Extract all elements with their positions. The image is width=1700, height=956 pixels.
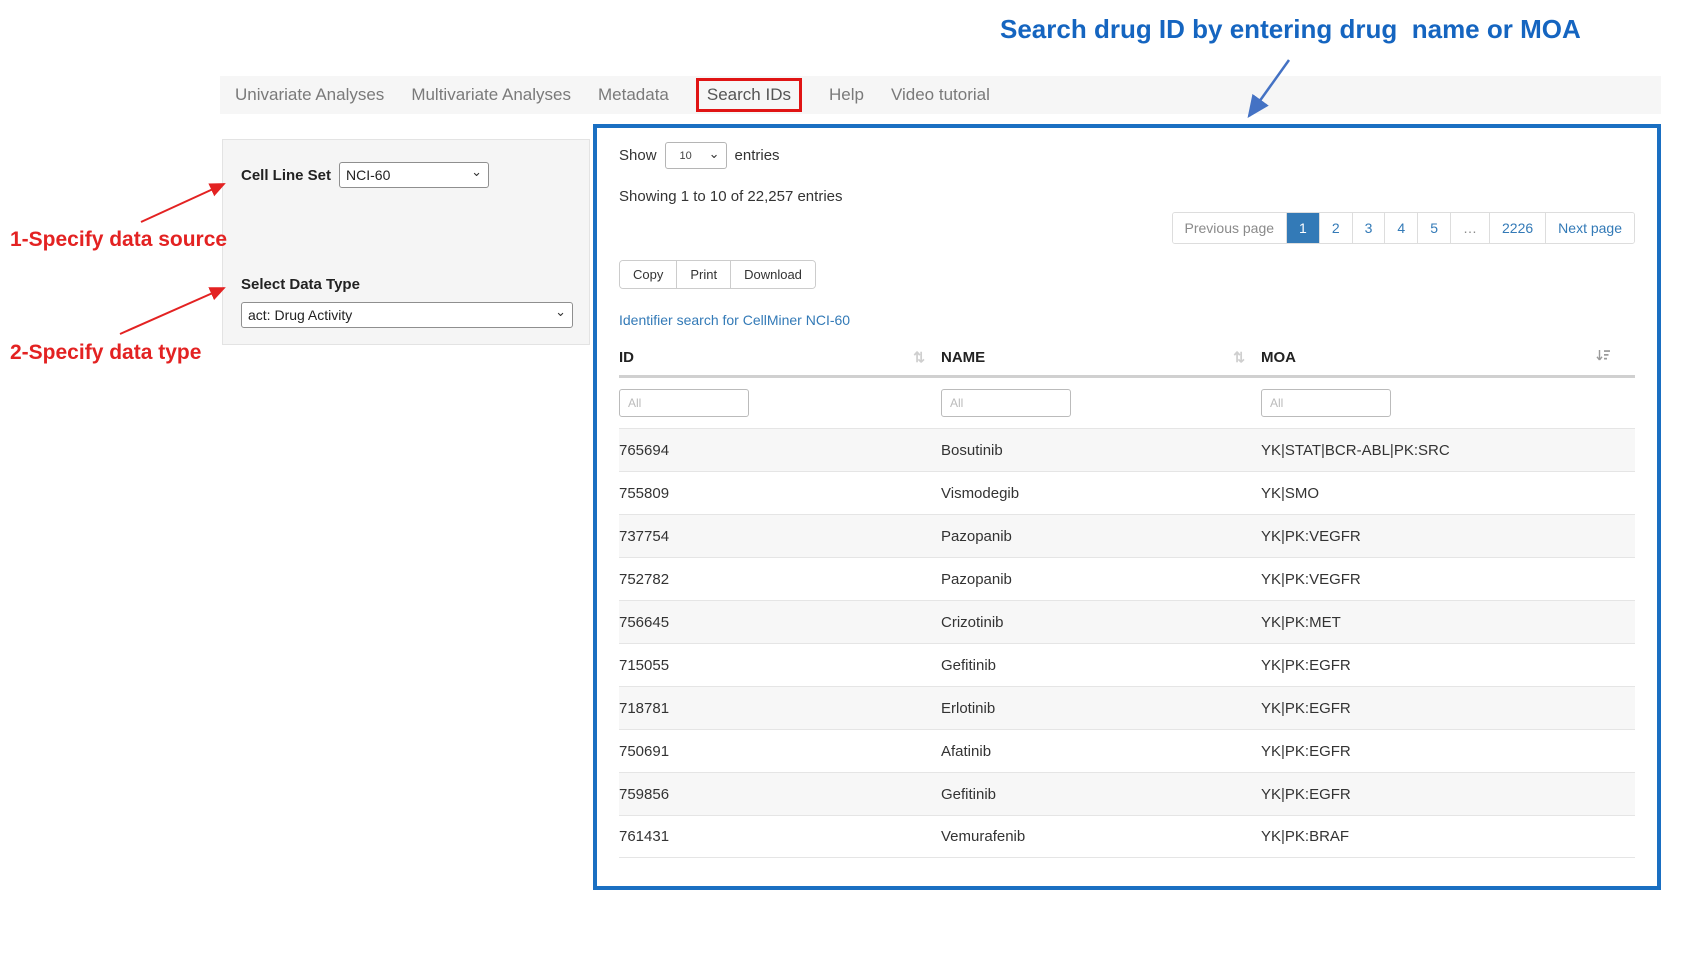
cell-name: Crizotinib bbox=[941, 614, 1261, 631]
column-header-name[interactable]: NAME ⇅ bbox=[941, 349, 1261, 366]
cell-id: 752782 bbox=[619, 571, 941, 588]
table-row: 752782 Pazopanib YK|PK:VEGFR bbox=[619, 557, 1635, 600]
table-row: 761431 Vemurafenib YK|PK:BRAF bbox=[619, 815, 1635, 858]
cell-name: Erlotinib bbox=[941, 700, 1261, 717]
cell-moa: YK|PK:EGFR bbox=[1261, 786, 1635, 803]
showing-entries-text: Showing 1 to 10 of 22,257 entries bbox=[619, 188, 843, 205]
cell-name: Gefitinib bbox=[941, 786, 1261, 803]
table-header-row: ID ⇅ NAME ⇅ MOA bbox=[619, 340, 1635, 378]
results-table: ID ⇅ NAME ⇅ MOA bbox=[619, 340, 1635, 858]
page-button-5[interactable]: 5 bbox=[1417, 213, 1450, 243]
export-button-group: Copy Print Download bbox=[619, 260, 816, 289]
nav-help[interactable]: Help bbox=[829, 85, 864, 105]
page-button-3[interactable]: 3 bbox=[1352, 213, 1385, 243]
cell-name: Vismodegib bbox=[941, 485, 1261, 502]
data-type-select[interactable]: act: Drug Activity bbox=[241, 302, 573, 328]
show-label: Show bbox=[619, 147, 657, 164]
cell-id: 718781 bbox=[619, 700, 941, 717]
cell-moa: YK|PK:EGFR bbox=[1261, 700, 1635, 717]
table-row: 756645 Crizotinib YK|PK:MET bbox=[619, 600, 1635, 643]
filter-input-name[interactable] bbox=[941, 389, 1071, 417]
cell-name: Gefitinib bbox=[941, 657, 1261, 674]
cell-moa: YK|PK:VEGFR bbox=[1261, 571, 1635, 588]
cell-line-set-select-wrap: NCI-60 bbox=[339, 162, 489, 188]
sort-descending-icon[interactable] bbox=[1595, 348, 1611, 368]
column-header-id[interactable]: ID ⇅ bbox=[619, 349, 941, 366]
table-row: 715055 Gefitinib YK|PK:EGFR bbox=[619, 643, 1635, 686]
page-length-select-wrap: 10 bbox=[665, 142, 727, 169]
cell-name: Vemurafenib bbox=[941, 828, 1261, 845]
cell-line-set-label: Cell Line Set bbox=[241, 167, 331, 184]
cell-moa: YK|SMO bbox=[1261, 485, 1635, 502]
nav-metadata[interactable]: Metadata bbox=[598, 85, 669, 105]
nav-univariate-analyses[interactable]: Univariate Analyses bbox=[235, 85, 384, 105]
page-button-2[interactable]: 2 bbox=[1319, 213, 1352, 243]
identifier-search-link[interactable]: Identifier search for CellMiner NCI-60 bbox=[619, 312, 850, 328]
cell-name: Bosutinib bbox=[941, 442, 1261, 459]
cell-name: Afatinib bbox=[941, 743, 1261, 760]
cell-name: Pazopanib bbox=[941, 528, 1261, 545]
cell-id: 756645 bbox=[619, 614, 941, 631]
page-button-4[interactable]: 4 bbox=[1384, 213, 1417, 243]
page-button-2226[interactable]: 2226 bbox=[1489, 213, 1545, 243]
table-row: 718781 Erlotinib YK|PK:EGFR bbox=[619, 686, 1635, 729]
cell-moa: YK|PK:EGFR bbox=[1261, 657, 1635, 674]
table-row: 765694 Bosutinib YK|STAT|BCR-ABL|PK:SRC bbox=[619, 428, 1635, 471]
cell-moa: YK|STAT|BCR-ABL|PK:SRC bbox=[1261, 442, 1635, 459]
search-ids-panel: Show 10 entries Showing 1 to 10 of 22,25… bbox=[593, 124, 1661, 890]
annotation-step1: 1-Specify data source bbox=[10, 228, 227, 252]
cell-moa: YK|PK:MET bbox=[1261, 614, 1635, 631]
annotation-search-note: Search drug ID by entering drug name or … bbox=[1000, 14, 1581, 45]
cell-id: 715055 bbox=[619, 657, 941, 674]
cell-moa: YK|PK:BRAF bbox=[1261, 828, 1635, 845]
nav-multivariate-analyses[interactable]: Multivariate Analyses bbox=[411, 85, 571, 105]
download-button[interactable]: Download bbox=[730, 261, 815, 288]
cell-moa: YK|PK:VEGFR bbox=[1261, 528, 1635, 545]
next-page-button[interactable]: Next page bbox=[1545, 213, 1634, 243]
top-navbar: Univariate Analyses Multivariate Analyse… bbox=[220, 76, 1661, 114]
red-arrow-step2 bbox=[120, 288, 224, 334]
sort-icon[interactable]: ⇅ bbox=[1233, 349, 1245, 366]
nav-video-tutorial[interactable]: Video tutorial bbox=[891, 85, 990, 105]
cell-id: 759856 bbox=[619, 786, 941, 803]
table-row: 737754 Pazopanib YK|PK:VEGFR bbox=[619, 514, 1635, 557]
data-source-panel: Cell Line Set NCI-60 Select Data Type ac… bbox=[222, 139, 590, 345]
column-header-name-label: NAME bbox=[941, 349, 985, 366]
page-length-select[interactable]: 10 bbox=[665, 142, 727, 169]
table-row: 755809 Vismodegib YK|SMO bbox=[619, 471, 1635, 514]
page-button-1[interactable]: 1 bbox=[1286, 213, 1319, 243]
page-ellipsis: … bbox=[1450, 213, 1489, 243]
entries-label: entries bbox=[735, 147, 780, 164]
cell-moa: YK|PK:EGFR bbox=[1261, 743, 1635, 760]
column-header-id-label: ID bbox=[619, 349, 634, 366]
cell-id: 755809 bbox=[619, 485, 941, 502]
cell-id: 737754 bbox=[619, 528, 941, 545]
annotation-step2: 2-Specify data type bbox=[10, 341, 201, 365]
table-row: 750691 Afatinib YK|PK:EGFR bbox=[619, 729, 1635, 772]
cell-id: 765694 bbox=[619, 442, 941, 459]
filter-input-id[interactable] bbox=[619, 389, 749, 417]
print-button[interactable]: Print bbox=[676, 261, 730, 288]
filter-input-moa[interactable] bbox=[1261, 389, 1391, 417]
nav-search-ids[interactable]: Search IDs bbox=[696, 78, 802, 112]
red-arrow-step1 bbox=[141, 184, 224, 222]
cell-name: Pazopanib bbox=[941, 571, 1261, 588]
previous-page-button[interactable]: Previous page bbox=[1173, 213, 1287, 243]
cell-id: 761431 bbox=[619, 828, 941, 845]
data-type-select-wrap: act: Drug Activity bbox=[241, 302, 573, 328]
data-type-label: Select Data Type bbox=[241, 276, 360, 293]
table-filter-row bbox=[619, 378, 1635, 428]
table-row: 759856 Gefitinib YK|PK:EGFR bbox=[619, 772, 1635, 815]
sort-icon[interactable]: ⇅ bbox=[913, 349, 925, 366]
pagination: Previous page 1 2 3 4 5 … 2226 Next page bbox=[1172, 212, 1635, 244]
copy-button[interactable]: Copy bbox=[620, 261, 676, 288]
column-header-moa-label: MOA bbox=[1261, 349, 1296, 366]
page-length-control: Show 10 entries bbox=[619, 142, 780, 169]
column-header-moa[interactable]: MOA bbox=[1261, 348, 1635, 368]
cell-line-set-select[interactable]: NCI-60 bbox=[339, 162, 489, 188]
cell-id: 750691 bbox=[619, 743, 941, 760]
